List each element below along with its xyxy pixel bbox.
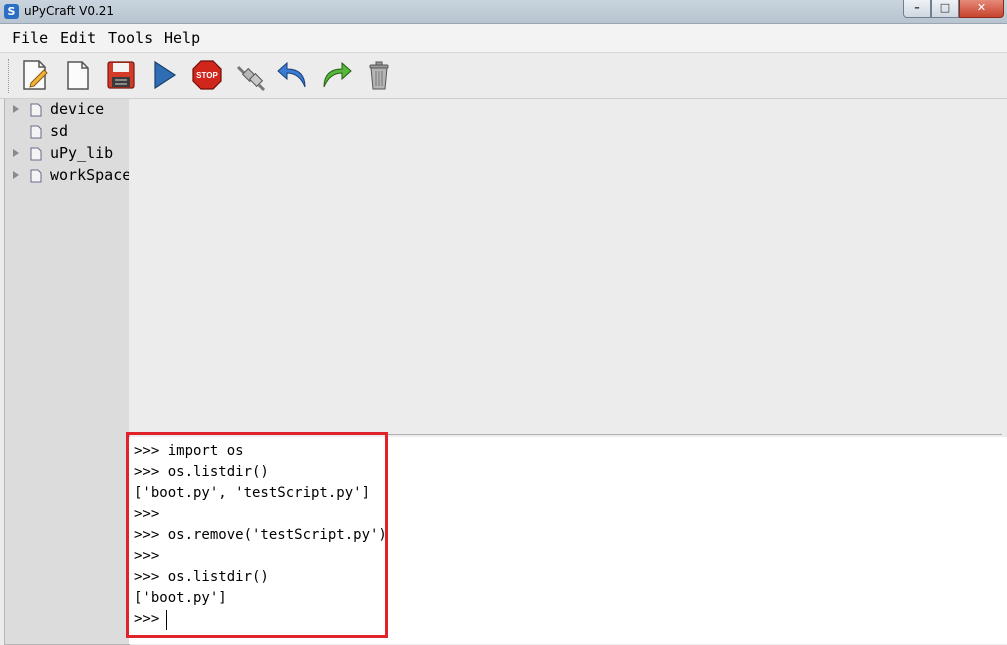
- redo-icon: [323, 61, 352, 88]
- tree-item-workspace[interactable]: workSpace: [5, 165, 132, 187]
- menu-help[interactable]: Help: [164, 29, 200, 47]
- tree-label: workSpace: [50, 166, 132, 184]
- undo-button[interactable]: [275, 57, 311, 93]
- window-controls: – □ ✕: [903, 0, 1004, 18]
- stop-button[interactable]: STOP: [189, 57, 225, 93]
- tree-label: sd: [50, 122, 69, 140]
- title-bar: S uPyCraft V0.21 – □ ✕: [0, 0, 1007, 24]
- open-file-icon: [67, 61, 89, 90]
- open-file-button[interactable]: [60, 57, 96, 93]
- undo-icon: [277, 61, 306, 88]
- folder-icon: [30, 169, 42, 183]
- expand-arrow-icon[interactable]: [13, 171, 19, 179]
- tree-item-upy-lib[interactable]: uPy_lib: [5, 143, 129, 165]
- folder-icon: [30, 125, 42, 139]
- save-button[interactable]: [103, 57, 139, 93]
- new-file-button[interactable]: [17, 57, 53, 93]
- save-icon: [107, 61, 135, 89]
- stop-icon: STOP: [192, 60, 222, 90]
- editor-area[interactable]: [129, 99, 1007, 434]
- trash-button[interactable]: [361, 57, 397, 93]
- expand-arrow-icon[interactable]: [13, 149, 19, 157]
- tree-label: uPy_lib: [50, 144, 114, 162]
- new-file-icon: [23, 60, 48, 90]
- app-icon: S: [4, 4, 19, 19]
- menu-file[interactable]: File: [12, 29, 48, 47]
- folder-icon: [30, 147, 42, 161]
- run-button[interactable]: [146, 57, 182, 93]
- menu-bar: File Edit Tools Help: [0, 24, 1007, 53]
- toolbar: STOP: [0, 53, 1007, 99]
- connect-button[interactable]: [232, 57, 268, 93]
- toolbar-separator: [8, 59, 11, 93]
- stop-icon-text: STOP: [196, 71, 218, 80]
- menu-tools[interactable]: Tools: [108, 29, 153, 47]
- tree-item-device[interactable]: device: [5, 99, 129, 121]
- highlight-box: [126, 432, 388, 638]
- file-tree: device sd uPy_lib workSpace: [4, 99, 132, 645]
- folder-icon: [30, 103, 42, 117]
- tree-item-sd[interactable]: sd: [5, 121, 129, 143]
- run-icon: [154, 60, 177, 90]
- maximize-button[interactable]: □: [931, 0, 959, 18]
- close-button[interactable]: ✕: [959, 0, 1004, 18]
- minimize-button[interactable]: –: [903, 0, 931, 18]
- window-title: uPyCraft V0.21: [24, 4, 115, 18]
- connect-icon: [236, 65, 266, 92]
- trash-icon: [369, 61, 389, 90]
- menu-edit[interactable]: Edit: [60, 29, 96, 47]
- tree-label: device: [50, 100, 105, 118]
- expand-arrow-icon[interactable]: [13, 105, 19, 113]
- redo-button[interactable]: [318, 57, 354, 93]
